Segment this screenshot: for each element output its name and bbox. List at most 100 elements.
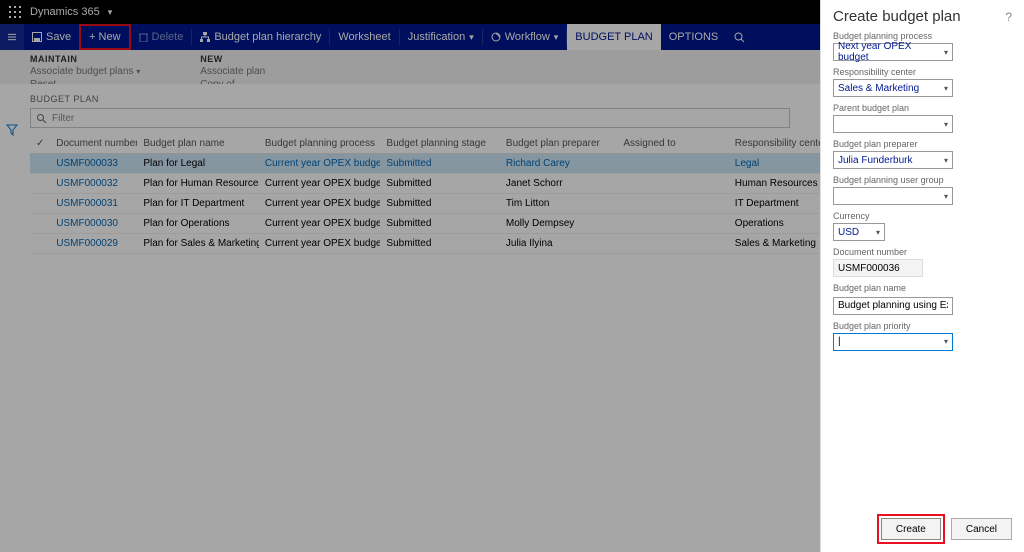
table-row[interactable]: USMF000029Plan for Sales & MarketingCurr… — [30, 234, 820, 254]
hierarchy-button[interactable]: Budget plan hierarchy — [192, 24, 329, 50]
table-row[interactable]: USMF000031Plan for IT DepartmentCurrent … — [30, 194, 820, 214]
hierarchy-label: Budget plan hierarchy — [214, 31, 321, 43]
chevron-down-icon: ▾ — [469, 32, 474, 43]
responsibility-cell: Sales & Marketing — [729, 234, 820, 254]
new-label: New — [99, 31, 121, 43]
planname-input[interactable] — [833, 297, 953, 315]
column-select[interactable]: ✓ — [30, 134, 50, 154]
column-stage[interactable]: Budget planning stage — [380, 134, 500, 154]
doc-number-cell[interactable]: USMF000030 — [50, 214, 137, 234]
plus-icon: + — [89, 31, 95, 43]
associate-budget-plans-link[interactable]: Associate budget plans ▾ — [30, 66, 140, 77]
parent-plan-select[interactable]: ▾ — [833, 115, 953, 133]
top-bar: Dynamics 365 ▾ — [0, 0, 820, 24]
plan-name-cell: Plan for Sales & Marketing — [137, 234, 259, 254]
process-select[interactable]: Next year OPEX budget ▾ — [833, 43, 953, 61]
stage-cell: Submitted — [380, 154, 500, 174]
hamburger-icon[interactable] — [0, 24, 24, 50]
table-row[interactable]: USMF000033Plan for LegalCurrent year OPE… — [30, 154, 820, 174]
usergroup-label: Budget planning user group — [833, 175, 1012, 185]
column-plan-name[interactable]: Budget plan name — [137, 134, 259, 154]
chevron-down-icon: ▾ — [944, 337, 948, 346]
utility-row: MAINTAIN Associate budget plans ▾ Reset … — [0, 50, 820, 84]
column-responsibility[interactable]: Responsibility center — [729, 134, 820, 154]
assigned-cell — [617, 154, 728, 174]
justification-label: Justification — [408, 31, 465, 43]
assigned-cell — [617, 234, 728, 254]
justification-button[interactable]: Justification ▾ — [400, 24, 482, 50]
responsibility-cell: Legal — [729, 154, 820, 174]
process-cell: Current year OPEX budget — [259, 214, 381, 234]
chevron-down-icon: ▾ — [136, 67, 140, 76]
plan-name-cell: Plan for Human Resources — [137, 174, 259, 194]
filter-input[interactable]: Filter — [30, 108, 790, 128]
budget-plan-tab[interactable]: BUDGET PLAN — [567, 24, 660, 50]
preparer-select[interactable]: Julia Funderburk ▾ — [833, 151, 953, 169]
delete-button[interactable]: Delete — [131, 24, 192, 50]
priority-select[interactable]: | ▾ — [833, 333, 953, 351]
help-icon[interactable]: ? — [1005, 10, 1012, 24]
chevron-down-icon: ▾ — [944, 156, 948, 165]
planname-label: Budget plan name — [833, 283, 1012, 293]
new-header: NEW — [200, 54, 265, 64]
preparer-cell: Richard Carey — [500, 154, 617, 174]
filter-placeholder: Filter — [52, 113, 74, 124]
preparer-cell: Molly Dempsey — [500, 214, 617, 234]
section-title: BUDGET PLAN — [30, 94, 820, 104]
cancel-button[interactable]: Cancel — [951, 518, 1012, 540]
save-button[interactable]: Save — [24, 24, 79, 50]
search-button[interactable] — [726, 24, 753, 50]
brand-label[interactable]: Dynamics 365 — [30, 6, 100, 18]
plan-name-cell: Plan for Legal — [137, 154, 259, 174]
options-tab[interactable]: OPTIONS — [661, 24, 727, 50]
plan-name-cell: Plan for IT Department — [137, 194, 259, 214]
associate-plan-link[interactable]: Associate plan — [200, 66, 265, 77]
budget-plan-tab-label: BUDGET PLAN — [575, 31, 652, 43]
table-row[interactable]: USMF000032Plan for Human ResourcesCurren… — [30, 174, 820, 194]
preparer-cell: Janet Schorr — [500, 174, 617, 194]
currency-label: Currency — [833, 211, 1012, 221]
chevron-down-icon: ▾ — [944, 120, 948, 129]
doc-number-cell[interactable]: USMF000031 — [50, 194, 137, 214]
doc-number-cell[interactable]: USMF000033 — [50, 154, 137, 174]
create-button[interactable]: Create — [881, 518, 941, 540]
responsibility-select[interactable]: Sales & Marketing ▾ — [833, 79, 953, 97]
preparer-cell: Tim Litton — [500, 194, 617, 214]
doc-number-cell[interactable]: USMF000032 — [50, 174, 137, 194]
app-launcher-icon[interactable] — [6, 3, 24, 21]
column-document-number[interactable]: Document number↓ — [50, 134, 137, 154]
process-cell: Current year OPEX budget — [259, 194, 381, 214]
table-row[interactable]: USMF000030Plan for OperationsCurrent yea… — [30, 214, 820, 234]
worksheet-label: Worksheet — [338, 31, 390, 43]
chevron-down-icon: ▾ — [944, 84, 948, 93]
currency-select[interactable]: USD ▾ — [833, 223, 885, 241]
docnum-label: Document number — [833, 247, 1012, 257]
process-label: Budget planning process — [833, 31, 1012, 41]
search-icon — [37, 114, 46, 123]
chevron-down-icon: ▾ — [944, 192, 948, 201]
content-area: BUDGET PLAN Filter ✓ Document number↓ Bu… — [0, 84, 820, 552]
chevron-down-icon[interactable]: ▾ — [108, 7, 113, 18]
column-assigned-to[interactable]: Assigned to — [617, 134, 728, 154]
action-bar: Save + New Delete Budget plan hierarchy … — [0, 24, 820, 50]
stage-cell: Submitted — [380, 234, 500, 254]
stage-cell: Submitted — [380, 214, 500, 234]
maintain-header: MAINTAIN — [30, 54, 140, 64]
workflow-label: Workflow — [505, 31, 550, 43]
doc-number-cell[interactable]: USMF000029 — [50, 234, 137, 254]
stage-cell: Submitted — [380, 174, 500, 194]
usergroup-select[interactable]: ▾ — [833, 187, 953, 205]
parent-plan-label: Parent budget plan — [833, 103, 1012, 113]
column-process[interactable]: Budget planning process — [259, 134, 381, 154]
options-label: OPTIONS — [669, 31, 719, 43]
priority-label: Budget plan priority — [833, 321, 1012, 331]
responsibility-cell: Human Resources — [729, 174, 820, 194]
worksheet-button[interactable]: Worksheet — [330, 24, 398, 50]
new-button[interactable]: + New — [79, 24, 130, 50]
process-cell: Current year OPEX budget — [259, 174, 381, 194]
column-preparer[interactable]: Budget plan preparer — [500, 134, 617, 154]
workflow-button[interactable]: Workflow ▾ — [483, 24, 567, 50]
create-budget-plan-panel: Create budget plan ? Budget planning pro… — [820, 0, 1024, 552]
filter-pane-icon[interactable] — [6, 124, 24, 136]
assigned-cell — [617, 214, 728, 234]
